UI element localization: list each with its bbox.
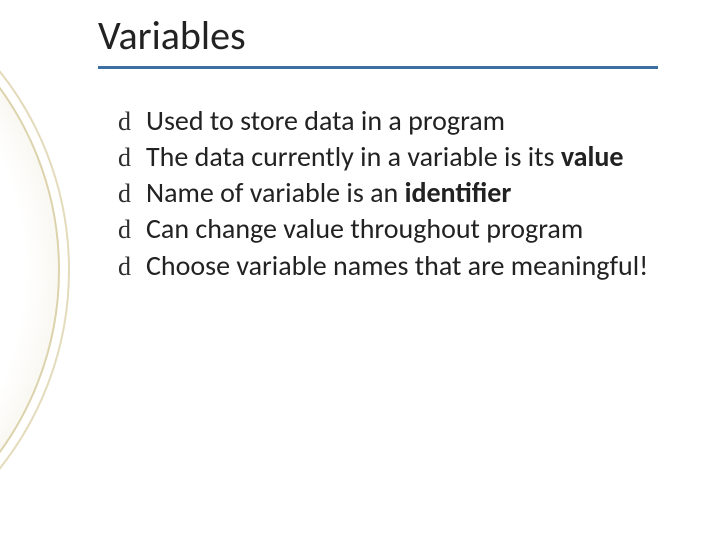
bullet-text-bold: value	[561, 139, 624, 174]
list-item: dCan change value throughout program	[118, 212, 660, 246]
bullet-text-pre: Name of variable is an	[146, 175, 405, 210]
list-item: dChoose variable names that are meaningf…	[118, 249, 660, 283]
list-item: dThe data currently in a variable is its…	[118, 140, 660, 174]
bullet-icon: d	[118, 106, 146, 138]
title-underline	[98, 66, 658, 69]
slide-title: Variables	[98, 14, 680, 64]
bullet-icon: d	[118, 214, 146, 246]
slide-body: dUsed to store data in a program dThe da…	[118, 104, 660, 285]
list-item: dUsed to store data in a program	[118, 104, 660, 138]
bullet-icon: d	[118, 142, 146, 174]
bullet-icon: d	[118, 251, 146, 283]
bullet-list: dUsed to store data in a program dThe da…	[118, 104, 660, 283]
bullet-text-bold: identifier	[405, 175, 512, 210]
slide: Variables dUsed to store data in a progr…	[0, 0, 720, 540]
bullet-text-pre: The data currently in a variable is its	[146, 139, 561, 174]
title-block: Variables	[98, 14, 680, 69]
bullet-text-pre: Choose variable names that are meaningfu…	[146, 248, 648, 283]
bullet-icon: d	[118, 178, 146, 210]
bullet-text-pre: Used to store data in a program	[146, 103, 505, 138]
bullet-text-pre: Can change value throughout program	[146, 211, 583, 246]
list-item: dName of variable is an identifier	[118, 176, 660, 210]
